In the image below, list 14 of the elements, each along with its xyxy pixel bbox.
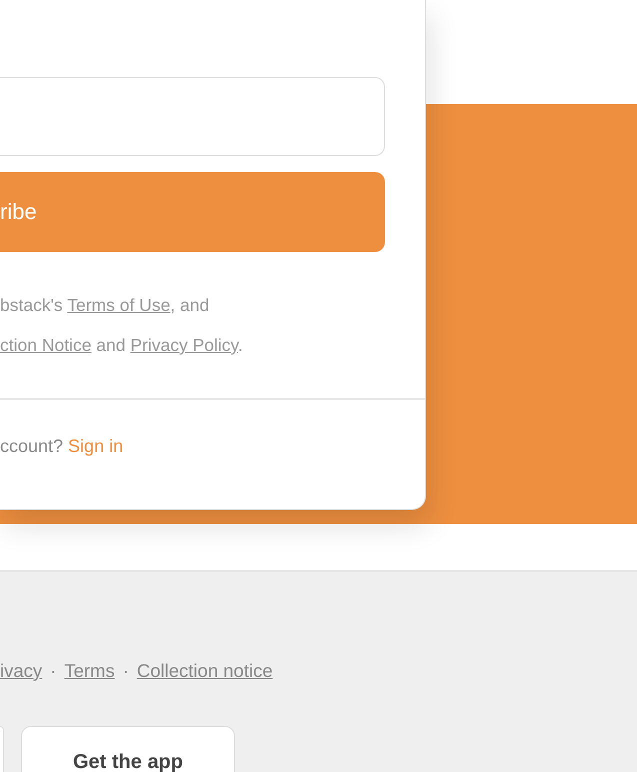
legal-text: bstack's Terms of Use, and ction Notice and Privacy Policy. <box>0 294 243 357</box>
legal-link[interactable]: ction Notice <box>0 335 92 355</box>
separator: · <box>50 660 56 682</box>
sign-in-prompt: ccount? <box>0 436 64 456</box>
sign-in-link[interactable]: Sign in <box>68 436 124 456</box>
footer-link[interactable]: Terms <box>64 660 115 682</box>
get-app-button[interactable]: Get the app <box>21 726 235 772</box>
legal-link[interactable]: Terms of Use <box>67 295 170 315</box>
legal-link[interactable]: Privacy Policy <box>130 335 238 355</box>
email-field[interactable] <box>0 77 385 156</box>
footer-link[interactable]: Collection notice <box>136 660 273 682</box>
separator: · <box>122 660 129 682</box>
subscribe-button[interactable]: ribe <box>0 172 385 252</box>
footer-link[interactable]: ivacy <box>0 660 42 682</box>
